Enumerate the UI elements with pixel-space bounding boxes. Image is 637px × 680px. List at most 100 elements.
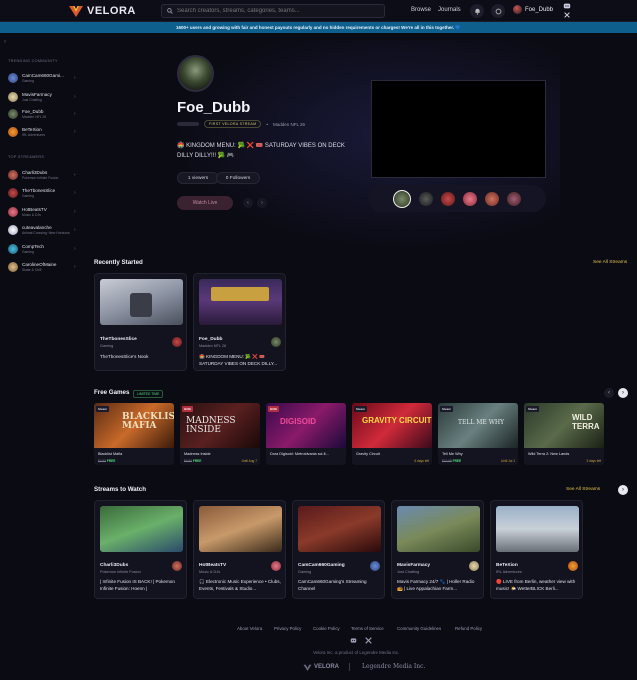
sidebar-item-comptech[interactable]: CompTech Gaming ›: [8, 241, 78, 257]
stream-card[interactable]: TheTbonesSlice Gaming TheTbonesSlice's N…: [94, 273, 187, 371]
sidebar-item-camcam660gaming[interactable]: CamCam660Gami... Gaming ›: [8, 70, 78, 86]
footer-link-about[interactable]: About Velora: [237, 626, 262, 631]
avatar[interactable]: [485, 191, 499, 206]
sidebar-item-carolineofmaine[interactable]: CarolineOfMaine Skate & Chill ›: [8, 259, 78, 275]
streamer-name[interactable]: Foe_Dubb: [177, 99, 250, 116]
stream-card[interactable]: CamCam660Gaming Gaming CamCam660Gaming's…: [292, 500, 385, 599]
game-price: $9.99 FREE: [184, 459, 201, 463]
sidebar-item-thetbonesslice[interactable]: TheTbonesSlice Gaming ›: [8, 185, 78, 201]
game-card[interactable]: BLACKLIST MAFIA Steam Blacklist Mafia $4…: [94, 403, 174, 465]
avatar: [8, 188, 18, 198]
game-title: Wild Terra 2: New Lands: [528, 452, 570, 456]
stream-title: 🏟️ KINGDOM MENU: 🥦 ❌ 🎟️ SATURDAY VIBES O…: [177, 143, 345, 159]
chevron-right-icon: ›: [74, 111, 76, 117]
sidebar-item-cuteavalanche[interactable]: cuteavalanche Animal Crossing: New Horizo…: [8, 222, 78, 238]
watch-live-button[interactable]: Watch Live: [177, 196, 233, 210]
viewer-count: 1 viewers: [177, 172, 219, 184]
footer-link-guidelines[interactable]: Community Guidelines: [397, 626, 441, 631]
avatar: [568, 561, 578, 571]
see-all-streams-link-2[interactable]: See All Streams: [566, 487, 600, 492]
discord-icon[interactable]: [350, 637, 357, 644]
avatar: [469, 561, 479, 571]
search-input[interactable]: [177, 8, 377, 14]
avatar[interactable]: [393, 189, 411, 208]
velora-logo-icon: [303, 664, 312, 671]
chevron-right-icon: ›: [74, 172, 76, 178]
game-card[interactable]: TELL ME WHY Steam Tell Me Why $19.99 FRE…: [438, 403, 518, 465]
game-card[interactable]: DIGISOID GOG Dora Digisoid: Metroidvania…: [266, 403, 346, 465]
streams-next-button[interactable]: ›: [618, 485, 628, 495]
card-category: Pokemon Infinite Fusion: [100, 570, 141, 574]
avatar: [8, 92, 18, 102]
offer-deadline: Until Jul 1: [501, 459, 515, 463]
stream-category[interactable]: Madden NFL 26: [273, 122, 305, 127]
card-category: Gaming: [298, 570, 312, 574]
x-icon[interactable]: [564, 12, 570, 18]
collapse-sidebar-icon[interactable]: ‹: [4, 39, 6, 45]
sidebar-item-charli3dubs[interactable]: Charli3Dubs Pokemon Infinite Fusion ›: [8, 167, 78, 183]
card-title: 🏟️ KINGDOM MENU: 🥦 ❌ 🎟️ SATURDAY VIBES O…: [199, 354, 278, 366]
stream-card[interactable]: BeTeXion IRL Adventures 🔴 LIVE from Berl…: [490, 500, 583, 599]
hero-prev-button[interactable]: ‹: [243, 198, 253, 208]
card-streamer-name: HotBeatsTV: [199, 563, 227, 568]
sidebar-item-name: HotBeatsTV: [22, 207, 47, 212]
avatar: [8, 225, 18, 235]
hero-next-button[interactable]: ›: [257, 198, 267, 208]
footer-link-refund[interactable]: Refund Policy: [455, 626, 482, 631]
offer-deadline: Until Aug 7: [241, 459, 257, 463]
stream-card[interactable]: Charli3Dubs Pokemon Infinite Fusion | In…: [94, 500, 187, 599]
streamer-avatar[interactable]: [177, 55, 214, 92]
avatar: [271, 337, 281, 347]
footer-link-privacy[interactable]: Privacy Policy: [274, 626, 301, 631]
chevron-right-icon: ›: [74, 246, 76, 252]
avatar[interactable]: [463, 191, 477, 206]
stream-card[interactable]: Foe_Dubb Madden NFL 26 🏟️ KINGDOM MENU: …: [193, 273, 286, 371]
sidebar-item-mavisfarmacy[interactable]: MavisFarmacy Just Chatting ›: [8, 89, 78, 105]
free-label: FREE: [452, 459, 462, 463]
sidebar-item-foe-dubb[interactable]: Foe_Dubb Madden NFL 26 ›: [8, 106, 78, 122]
viewer-count-text: 1 viewers: [187, 175, 209, 181]
user-menu[interactable]: Foe_Dubb: [513, 5, 553, 14]
stream-card[interactable]: HotBeatsTV Music & DJs 🎧 Electronic Musi…: [193, 500, 286, 599]
store-tag: Steam: [526, 406, 540, 412]
nav-browse[interactable]: Browse: [411, 7, 431, 13]
brand-logo[interactable]: VELORA: [68, 3, 136, 19]
sidebar-item-hotbeatstv[interactable]: HotBeatsTV Music & DJs ›: [8, 204, 78, 220]
avatar[interactable]: [441, 191, 455, 206]
footer-link-cookie[interactable]: Cookie Policy: [313, 626, 340, 631]
discord-icon[interactable]: [563, 2, 571, 10]
card-category: Gaming: [100, 344, 114, 348]
nav-journals[interactable]: Journals: [438, 7, 461, 13]
search-box[interactable]: [161, 4, 385, 18]
footer-product-text: Velora Inc. a product of Legendre Media …: [313, 650, 400, 655]
store-tag: GOG: [182, 406, 194, 412]
game-card[interactable]: WILD TERRA Steam Wild Terra 2: New Lands…: [524, 403, 604, 465]
sidebar-item-category: Gaming: [22, 79, 34, 83]
featured-streamers-rail: [368, 185, 546, 212]
card-title: 🔴 LIVE from Berlin, weather view with mu…: [496, 579, 576, 591]
first-stream-badge: FIRST VELORA STREAM: [204, 120, 262, 128]
see-all-streams-link[interactable]: See All Streams: [593, 260, 627, 265]
footer-link-terms[interactable]: Terms of Service: [351, 626, 384, 631]
avatar[interactable]: [419, 191, 433, 206]
x-icon[interactable]: [365, 637, 372, 644]
stream-card[interactable]: MavisFarmacy Just Chatting Mavis Farmacy…: [391, 500, 484, 599]
sidebar-item-betexion[interactable]: BeTeXion IRL Adventures ›: [8, 124, 78, 140]
avatar[interactable]: [507, 191, 521, 206]
free-games-heading: Free Games: [94, 389, 130, 396]
stream-thumbnail: [199, 279, 282, 325]
recently-started-heading: Recently Started: [94, 259, 143, 266]
game-card[interactable]: GRAVITY CIRCUIT Steam Gravity Circuit 6 …: [352, 403, 432, 465]
sidebar-item-name: CamCam660Gami...: [22, 73, 64, 78]
stream-player[interactable]: [371, 80, 546, 178]
velora-logo-icon: [69, 6, 83, 17]
sidebar-item-name: BeTeXion: [22, 127, 42, 132]
games-next-button[interactable]: ›: [618, 388, 628, 398]
game-card[interactable]: MADNESS INSIDE GOG Madness Inside $9.99 …: [180, 403, 260, 465]
messages-button[interactable]: [491, 4, 505, 18]
card-title: 🎧 Electronic Music Experience • Clubs, E…: [199, 579, 281, 591]
notifications-button[interactable]: [470, 4, 484, 18]
games-prev-button[interactable]: ‹: [604, 388, 614, 398]
sidebar-trending-heading: TRENDING COMMUNITY: [8, 59, 58, 63]
sidebar-item-name: CarolineOfMaine: [22, 262, 57, 267]
